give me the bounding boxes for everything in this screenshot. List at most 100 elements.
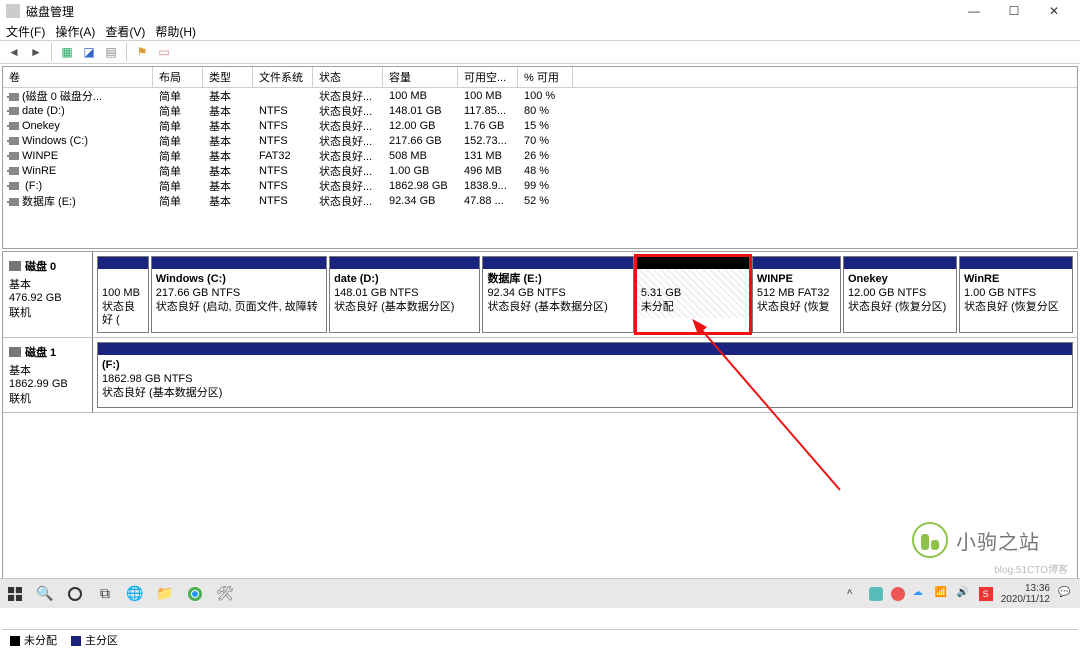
partition[interactable]: (F:)1862.98 GB NTFS状态良好 (基本数据分区) bbox=[97, 342, 1073, 408]
tool-prop-icon[interactable]: ▤ bbox=[101, 42, 121, 62]
tray-date[interactable]: 2020/11/12 bbox=[1001, 594, 1050, 605]
taskview-icon[interactable]: ⧉ bbox=[90, 579, 120, 609]
forward-button[interactable]: ► bbox=[26, 42, 46, 62]
cortana-icon[interactable] bbox=[60, 579, 90, 609]
cell-fs: NTFS bbox=[253, 180, 313, 192]
menu-view[interactable]: 查看(V) bbox=[105, 23, 145, 40]
volume-row[interactable]: (磁盘 0 磁盘分...简单基本状态良好...100 MB100 MB100 % bbox=[3, 88, 1077, 103]
tool-refresh-icon[interactable]: ◪ bbox=[79, 42, 99, 62]
col-volume[interactable]: 卷 bbox=[3, 67, 153, 87]
tray-ime-icon[interactable]: S bbox=[979, 587, 993, 601]
close-button[interactable]: ✕ bbox=[1034, 0, 1074, 22]
col-pctfree[interactable]: % 可用 bbox=[518, 67, 573, 87]
menu-file[interactable]: 文件(F) bbox=[6, 23, 45, 40]
cell-pct: 48 % bbox=[518, 165, 573, 177]
cell-pct: 80 % bbox=[518, 105, 573, 117]
menu-help[interactable]: 帮助(H) bbox=[155, 23, 196, 40]
legend-primary-label: 主分区 bbox=[85, 635, 118, 647]
partition-status: 状态良好 (启动, 页面文件, 故障转 bbox=[156, 301, 322, 315]
tray-up-icon[interactable]: ˄ bbox=[847, 587, 861, 601]
cell-status: 状态良好... bbox=[313, 118, 383, 134]
col-status[interactable]: 状态 bbox=[313, 67, 383, 87]
tray-sound-icon[interactable]: 🔊 bbox=[957, 587, 971, 601]
tray-cloud-icon[interactable]: ☁ bbox=[913, 587, 927, 601]
volume-row[interactable]: Onekey简单基本NTFS状态良好...12.00 GB1.76 GB15 % bbox=[3, 118, 1077, 133]
cell-fs: NTFS bbox=[253, 120, 313, 132]
cell-free: 47.88 ... bbox=[458, 195, 518, 207]
col-type[interactable]: 类型 bbox=[203, 67, 253, 87]
cell-cap: 217.66 GB bbox=[383, 135, 458, 147]
partition-stripe bbox=[844, 257, 956, 269]
volume-icon bbox=[9, 182, 19, 190]
minimize-button[interactable]: — bbox=[954, 0, 994, 22]
tool-grid-icon[interactable]: ▦ bbox=[57, 42, 77, 62]
watermark-icon bbox=[912, 522, 948, 558]
col-capacity[interactable]: 容量 bbox=[383, 67, 458, 87]
cell-status: 状态良好... bbox=[313, 178, 383, 194]
volume-row[interactable]: date (D:)简单基本NTFS状态良好...148.01 GB117.85.… bbox=[3, 103, 1077, 118]
volume-row[interactable]: (F:)简单基本NTFS状态良好...1862.98 GB1838.9...99… bbox=[3, 178, 1077, 193]
volume-row[interactable]: WINPE简单基本FAT32状态良好...508 MB131 MB26 % bbox=[3, 148, 1077, 163]
cell-pct: 26 % bbox=[518, 150, 573, 162]
cell-pct: 70 % bbox=[518, 135, 573, 147]
cell-name: (F:) bbox=[3, 180, 153, 192]
start-button[interactable] bbox=[0, 579, 30, 609]
col-fs[interactable]: 文件系统 bbox=[253, 67, 313, 87]
partition[interactable]: 5.31 GB未分配 bbox=[636, 256, 750, 333]
partition-title: 数据库 (E:) bbox=[487, 273, 628, 287]
cell-free: 131 MB bbox=[458, 150, 518, 162]
tray-qq-icon[interactable] bbox=[869, 587, 883, 601]
partition-status: 状态良好 (恢复分区 bbox=[964, 301, 1068, 315]
tray-sogou-icon[interactable] bbox=[891, 587, 905, 601]
partition-title: Onekey bbox=[848, 273, 952, 287]
maximize-button[interactable]: ☐ bbox=[994, 0, 1034, 22]
cell-type: 基本 bbox=[203, 103, 253, 119]
volume-icon bbox=[9, 107, 19, 115]
tool-help-icon[interactable]: ⚑ bbox=[132, 42, 152, 62]
cell-cap: 1862.98 GB bbox=[383, 180, 458, 192]
menu-action[interactable]: 操作(A) bbox=[55, 23, 95, 40]
partition[interactable]: WINPE512 MB FAT32状态良好 (恢复 bbox=[752, 256, 841, 333]
tray-wifi-icon[interactable]: 📶 bbox=[935, 587, 949, 601]
partition-size: 512 MB FAT32 bbox=[757, 287, 836, 301]
disk-info[interactable]: 磁盘 0基本476.92 GB联机 bbox=[3, 252, 93, 337]
partition[interactable]: Onekey12.00 GB NTFS状态良好 (恢复分区) bbox=[843, 256, 957, 333]
partition[interactable]: Windows (C:)217.66 GB NTFS状态良好 (启动, 页面文件… bbox=[151, 256, 327, 333]
app-task-icon[interactable]: 🛠 bbox=[210, 579, 240, 609]
app-icon bbox=[6, 4, 20, 18]
volume-row[interactable]: WinRE简单基本NTFS状态良好...1.00 GB496 MB48 % bbox=[3, 163, 1077, 178]
tray-notification-icon[interactable]: 💬 bbox=[1058, 587, 1072, 601]
partition-size: 100 MB bbox=[102, 287, 144, 301]
disk-icon bbox=[9, 261, 21, 271]
cell-status: 状态良好... bbox=[313, 163, 383, 179]
volume-row[interactable]: Windows (C:)简单基本NTFS状态良好...217.66 GB152.… bbox=[3, 133, 1077, 148]
partition[interactable]: 100 MB状态良好 ( bbox=[97, 256, 149, 333]
tool-extra-icon[interactable]: ▭ bbox=[154, 42, 174, 62]
cell-status: 状态良好... bbox=[313, 193, 383, 209]
volume-row[interactable]: 数据库 (E:)简单基本NTFS状态良好...92.34 GB47.88 ...… bbox=[3, 193, 1077, 208]
chrome-icon[interactable] bbox=[180, 579, 210, 609]
col-layout[interactable]: 布局 bbox=[153, 67, 203, 87]
partition-size: 92.34 GB NTFS bbox=[487, 287, 628, 301]
col-free[interactable]: 可用空... bbox=[458, 67, 518, 87]
explorer-icon[interactable]: 📁 bbox=[150, 579, 180, 609]
partition[interactable]: WinRE1.00 GB NTFS状态良好 (恢复分区 bbox=[959, 256, 1073, 333]
cell-pct: 99 % bbox=[518, 180, 573, 192]
partition[interactable]: date (D:)148.01 GB NTFS状态良好 (基本数据分区) bbox=[329, 256, 480, 333]
partition[interactable]: 数据库 (E:)92.34 GB NTFS状态良好 (基本数据分区) bbox=[482, 256, 633, 333]
cell-pct: 100 % bbox=[518, 90, 573, 102]
cell-type: 基本 bbox=[203, 133, 253, 149]
cell-layout: 简单 bbox=[153, 178, 203, 194]
cell-cap: 100 MB bbox=[383, 90, 458, 102]
volume-icon bbox=[9, 137, 19, 145]
back-button[interactable]: ◄ bbox=[4, 42, 24, 62]
search-icon[interactable]: 🔍 bbox=[30, 579, 60, 609]
menu-bar: 文件(F) 操作(A) 查看(V) 帮助(H) bbox=[0, 22, 1080, 40]
disk-icon bbox=[9, 347, 21, 357]
partition-size: 217.66 GB NTFS bbox=[156, 287, 322, 301]
tray-time[interactable]: 13:36 bbox=[1001, 583, 1050, 594]
edge-icon[interactable]: 🌐 bbox=[120, 579, 150, 609]
disk-info[interactable]: 磁盘 1基本1862.99 GB联机 bbox=[3, 338, 93, 412]
volume-icon bbox=[9, 198, 19, 206]
partition-status: 未分配 bbox=[641, 301, 745, 315]
